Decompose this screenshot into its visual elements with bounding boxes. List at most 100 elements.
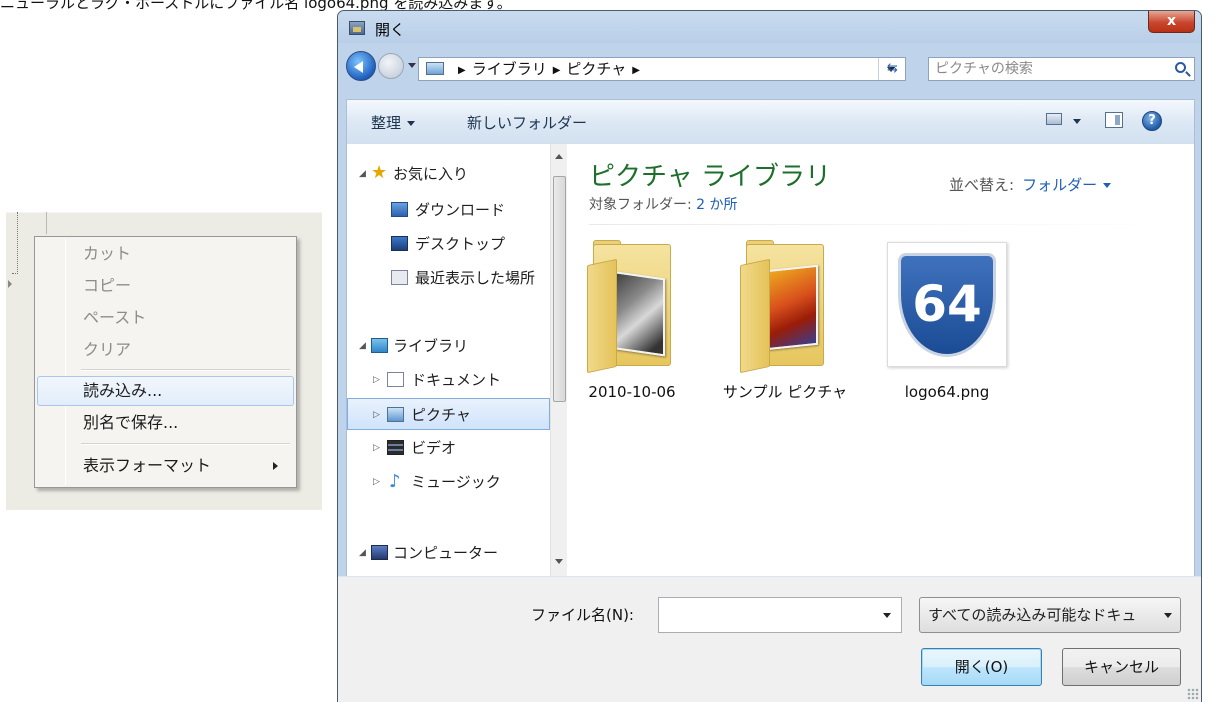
- menu-item-load[interactable]: 読み込み...: [37, 376, 294, 406]
- menu-item-label: 表示フォーマット: [83, 456, 212, 475]
- sort-control: 並べ替え: フォルダー: [949, 174, 1112, 195]
- recent-places-icon: [391, 270, 408, 285]
- forward-button[interactable]: [378, 53, 404, 79]
- navigation-pane: ◢ ★ お気に入り ダウンロード デスクトップ 最近表示した場所 ◢ ライブラリ…: [346, 144, 567, 576]
- chevron-down-icon[interactable]: [1073, 119, 1081, 124]
- subtitle-prefix: 対象フォルダー:: [589, 197, 692, 213]
- nav-label: デスクトップ: [415, 235, 506, 253]
- dialog-app-icon: [349, 21, 365, 35]
- folder-icon: [740, 258, 770, 374]
- expand-arrow-icon[interactable]: ▷: [373, 364, 380, 396]
- nav-downloads[interactable]: ダウンロード: [347, 194, 550, 226]
- music-icon: ♪: [389, 471, 401, 492]
- search-input[interactable]: ピクチャの検索: [928, 57, 1195, 81]
- expand-triangle-icon: [8, 280, 12, 288]
- documents-icon: [387, 372, 404, 387]
- search-icon[interactable]: [1175, 62, 1186, 73]
- title-bar: 開く x: [338, 11, 1201, 43]
- open-file-dialog: 開く x ▶ ライブラリ ▶ ピクチャ ▶ ⇆ ピクチャの検索 整理 新しいフォルダー …: [337, 10, 1202, 702]
- libraries-icon: [371, 338, 388, 353]
- filter-value: すべての読み込み可能なドキュ: [928, 606, 1137, 624]
- nav-label: お気に入り: [393, 165, 469, 183]
- downloads-icon: [391, 202, 408, 217]
- scroll-thumb[interactable]: [553, 176, 566, 402]
- image-thumbnail: 64: [887, 242, 1007, 367]
- file-label: 2010-10-06: [588, 383, 676, 401]
- address-bar[interactable]: ▶ ライブラリ ▶ ピクチャ ▶: [418, 57, 906, 81]
- sort-by-dropdown[interactable]: フォルダー: [1022, 176, 1097, 194]
- menu-separator: [81, 443, 290, 445]
- nav-label: 最近表示した場所: [415, 269, 536, 287]
- menu-separator: [81, 369, 290, 371]
- locations-link[interactable]: 2 か所: [696, 197, 737, 213]
- preview-pane-icon[interactable]: [1105, 112, 1123, 128]
- nav-favorites[interactable]: ◢ ★ お気に入り: [347, 158, 550, 190]
- breadcrumb-libraries[interactable]: ライブラリ: [472, 60, 547, 78]
- help-icon[interactable]: ?: [1142, 111, 1162, 131]
- nav-computer[interactable]: ◢ コンピューター: [347, 537, 550, 569]
- refresh-button[interactable]: ⇆: [878, 58, 906, 80]
- breadcrumb-arrow-icon[interactable]: ▶: [547, 65, 567, 76]
- organize-button[interactable]: 整理: [371, 112, 416, 133]
- filename-label: ファイル名(N):: [531, 606, 634, 624]
- file-type-filter[interactable]: すべての読み込み可能なドキュ: [919, 597, 1181, 633]
- chevron-down-icon: [1164, 613, 1172, 618]
- chevron-down-icon[interactable]: [883, 613, 891, 618]
- command-bar: 整理 新しいフォルダー ?: [346, 99, 1195, 144]
- back-button[interactable]: [346, 51, 376, 81]
- nav-music[interactable]: ▷ ♪ ミュージック: [347, 466, 550, 498]
- menu-item-clear[interactable]: クリア: [37, 335, 294, 365]
- breadcrumb-arrow-icon[interactable]: ▶: [626, 65, 646, 76]
- expand-arrow-icon[interactable]: ▷: [373, 466, 380, 498]
- computer-icon: [371, 545, 388, 560]
- menu-item-paste[interactable]: ペースト: [37, 303, 294, 333]
- nav-label: ピクチャ: [411, 406, 471, 424]
- star-icon: ★: [371, 162, 388, 183]
- expand-arrow-icon[interactable]: ▷: [373, 432, 380, 464]
- recent-pages-dropdown-icon[interactable]: [408, 63, 416, 68]
- new-folder-button[interactable]: 新しいフォルダー: [467, 112, 587, 133]
- collapse-arrow-icon[interactable]: ◢: [359, 537, 366, 569]
- nav-label: コンピューター: [393, 544, 499, 562]
- expand-arrow-icon[interactable]: ▷: [373, 399, 380, 429]
- menu-item-save-as[interactable]: 別名で保存...: [37, 408, 294, 438]
- cancel-button[interactable]: キャンセル: [1062, 648, 1181, 686]
- close-button[interactable]: x: [1148, 11, 1195, 33]
- logo-shield-icon: 64: [898, 253, 996, 357]
- file-item-logo64-png[interactable]: 64 logo64.png: [867, 240, 1007, 440]
- selection-outline: [12, 212, 18, 274]
- videos-icon: [387, 440, 404, 455]
- collapse-arrow-icon[interactable]: ◢: [359, 330, 366, 362]
- organize-label: 整理: [371, 114, 402, 132]
- menu-item-cut[interactable]: カット: [37, 239, 294, 269]
- nav-scrollbar[interactable]: [550, 144, 567, 576]
- file-label: logo64.png: [904, 383, 990, 401]
- collapse-arrow-icon[interactable]: ◢: [359, 158, 366, 190]
- scroll-down-arrow-icon[interactable]: [555, 559, 563, 564]
- dialog-title: 開く: [375, 21, 406, 39]
- search-placeholder: ピクチャの検索: [935, 61, 1033, 77]
- nav-documents[interactable]: ▷ ドキュメント: [347, 364, 550, 396]
- breadcrumb-pictures[interactable]: ピクチャ: [566, 60, 626, 78]
- file-item-folder-2010-10-06[interactable]: 2010-10-06: [567, 240, 697, 440]
- nav-libraries[interactable]: ◢ ライブラリ: [347, 330, 550, 362]
- view-options-icon[interactable]: [1046, 113, 1062, 125]
- nav-desktop[interactable]: デスクトップ: [347, 228, 550, 260]
- nav-pictures[interactable]: ▷ ピクチャ: [347, 398, 550, 430]
- nav-label: ミュージック: [411, 473, 501, 491]
- open-button[interactable]: 開く(O): [921, 648, 1042, 686]
- file-item-folder-sample-pictures[interactable]: サンプル ピクチャ: [720, 240, 850, 440]
- menu-item-display-format[interactable]: 表示フォーマット: [37, 451, 294, 481]
- chevron-down-icon[interactable]: [1103, 183, 1112, 188]
- nav-recent-places[interactable]: 最近表示した場所: [347, 262, 550, 294]
- scroll-up-arrow-icon[interactable]: [555, 154, 563, 159]
- resize-grip[interactable]: [1187, 688, 1199, 700]
- breadcrumb: ▶ ライブラリ ▶ ピクチャ ▶: [452, 58, 646, 83]
- nav-label: ダウンロード: [415, 201, 506, 219]
- breadcrumb-arrow-icon[interactable]: ▶: [452, 65, 472, 76]
- folder-icon: [587, 258, 617, 374]
- filename-input[interactable]: [658, 597, 902, 633]
- menu-item-copy[interactable]: コピー: [37, 271, 294, 301]
- nav-videos[interactable]: ▷ ビデオ: [347, 432, 550, 464]
- pictures-library-icon: [426, 62, 444, 75]
